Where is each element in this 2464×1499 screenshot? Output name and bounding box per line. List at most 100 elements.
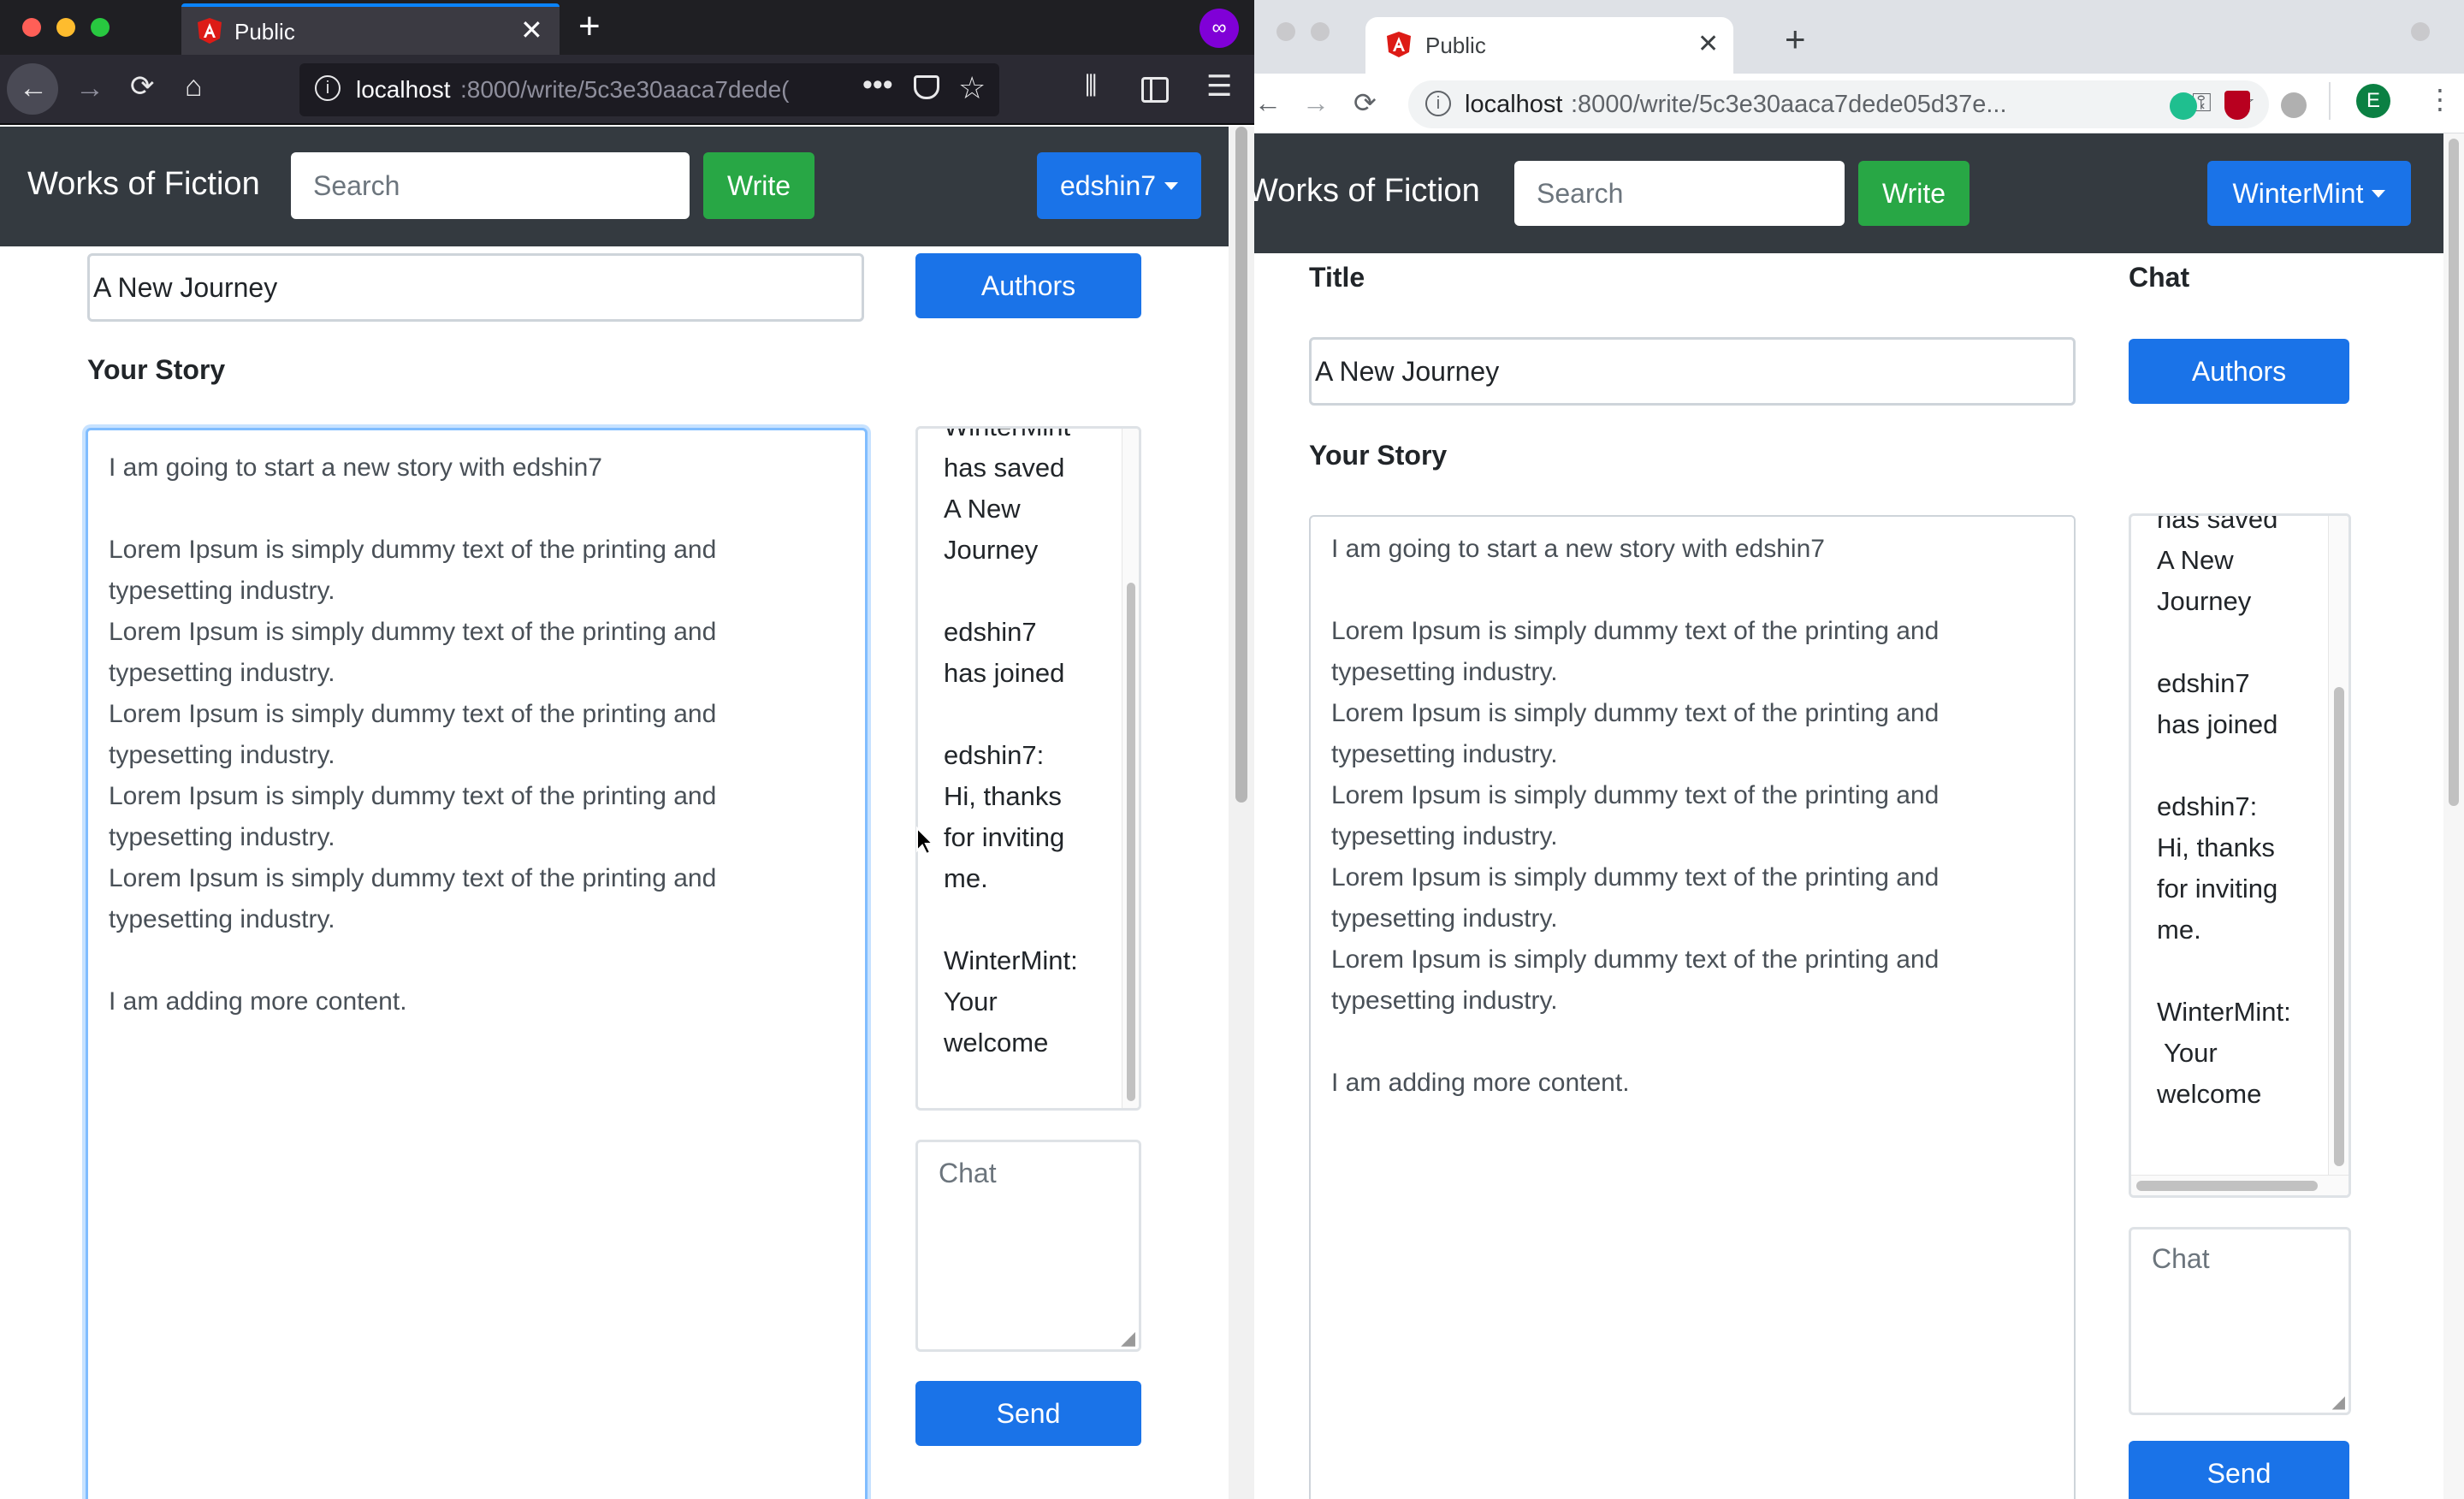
chat-line: has saved xyxy=(944,453,1065,483)
title-input[interactable]: A New Journey xyxy=(87,253,864,322)
title-value: A New Journey xyxy=(1315,355,1500,387)
brand-link[interactable]: Works of Fiction xyxy=(27,166,260,203)
chat-horizontal-scrollbar[interactable] xyxy=(2131,1175,2348,1195)
extension-circle-icon[interactable] xyxy=(2281,92,2307,118)
navbar: Works of Fiction Search Write WinterMint xyxy=(1254,133,2443,253)
story-line: typesetting industry. xyxy=(1331,904,1558,933)
sidebar-toggle-icon[interactable] xyxy=(1141,77,1169,103)
story-line: Lorem Ipsum is simply dummy text of the … xyxy=(1331,863,1940,892)
title-heading: Title xyxy=(1309,262,1365,293)
title-input[interactable]: A New Journey xyxy=(1309,337,2076,406)
chat-placeholder: Chat xyxy=(2152,1243,2210,1274)
story-line: Lorem Ipsum is simply dummy text of the … xyxy=(109,864,717,892)
forward-icon[interactable]: → xyxy=(75,74,104,103)
user-menu-button[interactable]: WinterMint xyxy=(2207,161,2411,226)
reload-icon[interactable]: ⟳ xyxy=(1353,89,1377,116)
brand-link[interactable]: Works of Fiction xyxy=(1254,173,1480,210)
chat-line: Hi, thanks xyxy=(2157,832,2275,862)
story-line: typesetting industry. xyxy=(109,741,335,769)
resize-handle-icon[interactable]: ◢ xyxy=(2332,1391,2345,1413)
story-line: Lorem Ipsum is simply dummy text of the … xyxy=(109,782,717,810)
new-tab-icon[interactable]: + xyxy=(1785,19,1806,60)
reload-icon[interactable]: ⟳ xyxy=(130,72,155,101)
story-line: I am going to start a new story with eds… xyxy=(1331,535,1825,563)
story-line: typesetting industry. xyxy=(109,577,335,605)
chat-vertical-scrollbar-thumb[interactable] xyxy=(2334,687,2344,1166)
profile-avatar[interactable]: E xyxy=(2356,84,2390,118)
back-button[interactable]: ← xyxy=(7,63,58,115)
chat-line: edshin7: xyxy=(2157,791,2258,821)
chat-messages: has saved A New Journey edshin7 has joined … xyxy=(2157,516,2291,1115)
bookmark-star-icon[interactable]: ☆ xyxy=(958,70,986,106)
chat-line: has joined xyxy=(2157,709,2278,739)
story-textarea[interactable]: I am going to start a new story with eds… xyxy=(86,428,868,1499)
page-scrollbar-thumb[interactable] xyxy=(1235,127,1247,803)
write-button[interactable]: Write xyxy=(703,152,814,219)
chat-input[interactable]: Chat ◢ xyxy=(915,1140,1141,1352)
chat-line: Your xyxy=(944,986,998,1016)
browser-tab[interactable]: Public ✕ xyxy=(1365,17,1733,74)
page-scrollbar[interactable] xyxy=(1229,127,1254,1499)
story-line: typesetting industry. xyxy=(1331,822,1558,850)
browser-tab[interactable]: Public ✕ xyxy=(181,3,560,55)
page-scrollbar[interactable] xyxy=(2443,133,2464,1499)
chat-line: me. xyxy=(2157,915,2201,945)
authors-button[interactable]: Authors xyxy=(915,253,1141,318)
story-heading: Your Story xyxy=(87,354,226,385)
story-line: Lorem Ipsum is simply dummy text of the … xyxy=(1331,945,1940,974)
new-tab-icon[interactable]: + xyxy=(578,5,601,48)
chrome-window: Public ✕ + ← → ⟳ i localhost :8000/write… xyxy=(1254,0,2464,1499)
maximize-window-button[interactable] xyxy=(91,18,110,37)
site-info-icon[interactable]: i xyxy=(315,75,341,101)
site-info-icon[interactable]: i xyxy=(1425,91,1451,116)
ublock-shield-icon[interactable] xyxy=(2224,91,2250,120)
minimize-window-button[interactable] xyxy=(1311,22,1330,41)
chat-line xyxy=(944,571,1078,612)
close-window-button[interactable] xyxy=(22,18,41,37)
user-menu-button[interactable]: edshin7 xyxy=(1037,152,1201,219)
page-scrollbar-thumb[interactable] xyxy=(2449,139,2459,806)
chat-scrollbar[interactable] xyxy=(1122,429,1139,1108)
chat-line: WinterMint xyxy=(944,426,1071,441)
authors-button[interactable]: Authors xyxy=(2129,339,2349,404)
forward-icon[interactable]: → xyxy=(1302,89,1330,116)
send-button[interactable]: Send xyxy=(915,1381,1141,1446)
chat-input[interactable]: Chat ◢ xyxy=(2129,1227,2351,1415)
private-browsing-icon: ∞ xyxy=(1199,9,1239,48)
extension-icon[interactable] xyxy=(2170,92,2197,120)
story-line xyxy=(1331,1022,1939,1063)
close-window-button[interactable] xyxy=(1276,22,1295,41)
chat-vertical-scrollbar[interactable] xyxy=(2328,516,2348,1175)
close-tab-icon[interactable]: ✕ xyxy=(1697,29,1719,59)
resize-handle-icon[interactable]: ◢ xyxy=(1121,1327,1135,1349)
pocket-icon[interactable] xyxy=(914,75,939,99)
chat-line xyxy=(944,694,1078,735)
library-icon[interactable]: ⫴ xyxy=(1085,72,1097,101)
chat-scrollbar-thumb[interactable] xyxy=(1127,583,1135,1101)
send-button[interactable]: Send xyxy=(2129,1441,2349,1499)
address-bar[interactable]: i localhost :8000/write/5c3e30aaca7dede(… xyxy=(299,63,999,116)
page-content: Works of Fiction Search Write edshin7 A … xyxy=(0,127,1229,1499)
page-actions-icon[interactable]: ••• xyxy=(862,68,893,102)
home-icon[interactable]: ⌂ xyxy=(185,72,203,101)
firefox-title-bar: Public ✕ + ∞ xyxy=(0,0,1254,55)
chat-horizontal-scrollbar-thumb[interactable] xyxy=(2136,1181,2318,1191)
menu-kebab-icon[interactable]: ⋮ xyxy=(2426,86,2454,113)
close-tab-icon[interactable]: ✕ xyxy=(520,14,543,46)
chat-line: welcome xyxy=(2157,1079,2262,1109)
search-input[interactable]: Search xyxy=(1514,161,1845,226)
story-line: Lorem Ipsum is simply dummy text of the … xyxy=(1331,699,1940,727)
address-bar[interactable]: i localhost :8000/write/5c3e30aaca7dede0… xyxy=(1408,80,2269,128)
chat-line: Your xyxy=(2157,1038,2218,1068)
menu-icon[interactable]: ☰ xyxy=(1206,72,1232,101)
search-input[interactable]: Search xyxy=(291,152,690,219)
chat-line: Journey xyxy=(944,535,1039,565)
story-line: Lorem Ipsum is simply dummy text of the … xyxy=(109,700,717,728)
back-icon[interactable]: ← xyxy=(1254,89,1282,116)
write-button[interactable]: Write xyxy=(1858,161,1969,226)
tab-title: Public xyxy=(234,19,295,44)
minimize-window-button[interactable] xyxy=(56,18,75,37)
story-textarea[interactable]: I am going to start a new story with eds… xyxy=(1309,515,2076,1499)
page-content: Works of Fiction Search Write WinterMint… xyxy=(1254,133,2443,1499)
story-heading: Your Story xyxy=(1309,440,1448,471)
